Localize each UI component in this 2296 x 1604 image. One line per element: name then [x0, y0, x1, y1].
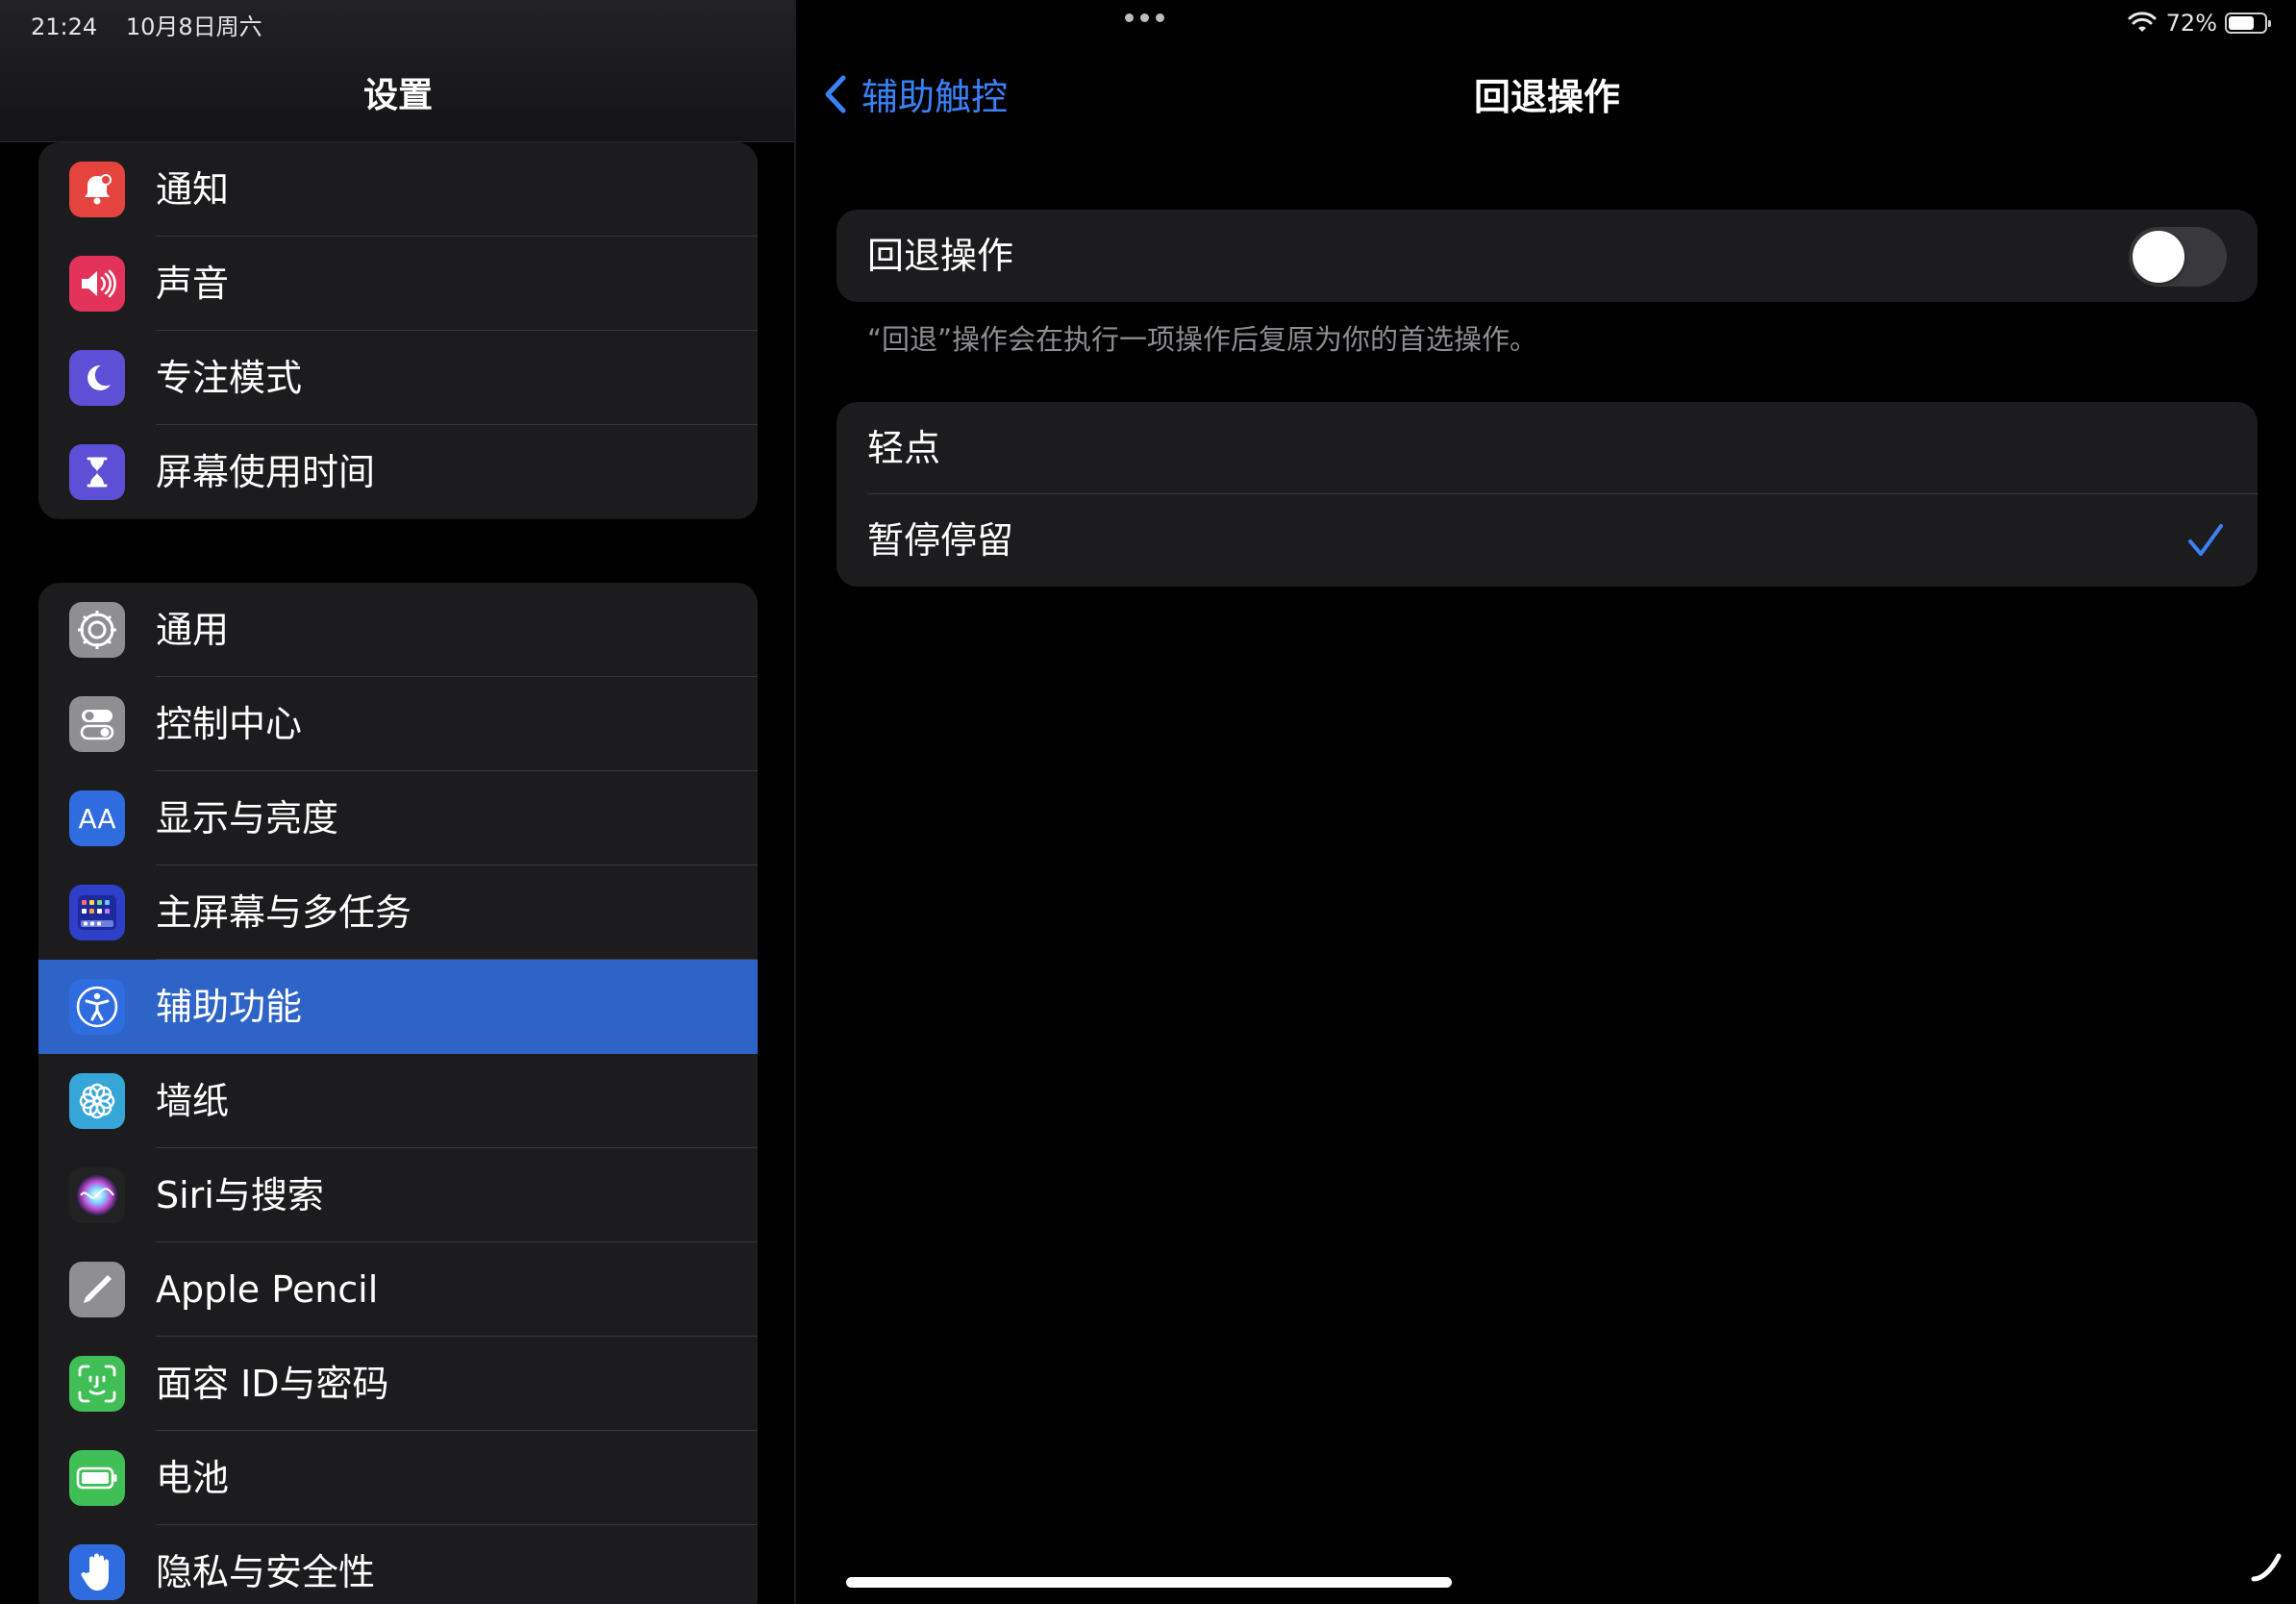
sidebar-item-siri-search[interactable]: Siri与搜索: [38, 1148, 758, 1242]
siri-icon: [69, 1167, 125, 1223]
gear-icon: [69, 602, 125, 658]
option-row-pause-dwell[interactable]: 暂停停留: [836, 494, 2258, 587]
face-id-icon: [69, 1356, 125, 1412]
status-time: 21:24: [31, 13, 98, 40]
checkmark-icon: [2188, 524, 2223, 556]
sidebar-item-label: 专注模式: [156, 357, 303, 399]
status-date: 10月8日周六: [125, 13, 262, 40]
home-grid-icon: [69, 885, 125, 940]
hand-icon: [69, 1544, 125, 1600]
revert-footnote: “回退”操作会在执行一项操作后复原为你的首选操作。: [867, 323, 1538, 356]
sidebar-item-notifications[interactable]: 通知: [38, 142, 758, 237]
sidebar-item-privacy-security[interactable]: 隐私与安全性: [38, 1525, 758, 1604]
sidebar-item-focus[interactable]: 专注模式: [38, 331, 758, 425]
home-indicator[interactable]: [846, 1577, 1452, 1588]
sidebar-item-screen-time[interactable]: 屏幕使用时间: [38, 425, 758, 519]
sidebar-item-label: 面容 ID与密码: [156, 1363, 389, 1405]
sidebar-item-wallpaper[interactable]: 墙纸: [38, 1054, 758, 1148]
battery-icon: [69, 1450, 125, 1506]
flower-icon: [69, 1073, 125, 1129]
revert-toggle-card: 回退操作: [836, 210, 2258, 302]
detail-pane: 辅助触控 回退操作 回退操作 “回退”操作会在执行一项操作后复原为你的首选操作。…: [798, 0, 2296, 1604]
revert-toggle-label: 回退操作: [867, 235, 1014, 277]
toggles-icon: [69, 696, 125, 752]
status-bar-left: 21:24 10月8日周六: [31, 8, 262, 41]
sidebar-item-label: Apple Pencil: [156, 1268, 379, 1311]
wifi-icon: [2128, 12, 2157, 32]
sidebar-item-label: 屏幕使用时间: [156, 451, 376, 493]
multitasking-dots-icon[interactable]: [1125, 13, 1164, 22]
option-label: 轻点: [867, 427, 941, 469]
sidebar-item-label: 辅助功能: [156, 986, 303, 1028]
speaker-icon: [69, 256, 125, 312]
sidebar-item-label: Siri与搜索: [156, 1174, 324, 1216]
option-label: 暂停停留: [867, 519, 1014, 562]
sidebar-item-home-screen-multitasking[interactable]: 主屏幕与多任务: [38, 865, 758, 960]
accessibility-icon: [69, 979, 125, 1035]
sidebar-item-label: 隐私与安全性: [156, 1551, 376, 1593]
status-bar-right: 72%: [2128, 8, 2271, 38]
sidebar-item-apple-pencil[interactable]: Apple Pencil: [38, 1242, 758, 1337]
sidebar-item-display-brightness[interactable]: AA 显示与亮度: [38, 771, 758, 865]
sidebar-item-face-id-passcode[interactable]: 面容 ID与密码: [38, 1337, 758, 1431]
settings-sidebar: 设置 通知 声音 专注模式 屏幕使用时间 通用 控制中心 AA 显示与亮度 主屏…: [0, 0, 796, 1604]
sidebar-item-label: 主屏幕与多任务: [156, 891, 412, 934]
sidebar-item-sounds[interactable]: 声音: [38, 237, 758, 331]
status-battery-icon: [2225, 13, 2271, 34]
sidebar-title: 设置: [362, 76, 433, 115]
battery-percent: 72%: [2165, 10, 2217, 37]
options-card: 轻点 暂停停留: [836, 402, 2258, 587]
pencil-hover-icon: [2251, 1553, 2282, 1582]
sidebar-item-label: 墙纸: [156, 1080, 230, 1122]
text-size-icon: AA: [69, 790, 125, 846]
sidebar-item-general[interactable]: 通用: [38, 583, 758, 677]
sidebar-item-accessibility[interactable]: 辅助功能: [38, 960, 758, 1054]
settings-group-1: 通知 声音 专注模式 屏幕使用时间: [38, 142, 758, 519]
revert-toggle-row: 回退操作: [836, 210, 2258, 302]
option-row-tap[interactable]: 轻点: [836, 402, 2258, 494]
pencil-icon: [69, 1262, 125, 1317]
battery-level-fill: [2229, 16, 2254, 30]
settings-group-2: 通用 控制中心 AA 显示与亮度 主屏幕与多任务 辅助功能 墙纸 Siri与搜索…: [38, 583, 758, 1604]
hourglass-icon: [69, 444, 125, 500]
page-title: 回退操作: [1473, 76, 1620, 118]
revert-toggle-switch[interactable]: [2129, 227, 2227, 287]
sidebar-item-label: 控制中心: [156, 703, 303, 745]
sidebar-item-control-center[interactable]: 控制中心: [38, 677, 758, 771]
sidebar-item-battery[interactable]: 电池: [38, 1431, 758, 1525]
sidebar-item-label: 通知: [156, 168, 230, 211]
bell-icon: [69, 162, 125, 217]
sidebar-item-label: 电池: [156, 1457, 230, 1499]
sidebar-item-label: 显示与亮度: [156, 797, 339, 840]
sidebar-item-label: 声音: [156, 263, 230, 305]
toggle-knob: [2133, 231, 2184, 283]
sidebar-item-label: 通用: [156, 609, 230, 651]
moon-icon: [69, 350, 125, 406]
